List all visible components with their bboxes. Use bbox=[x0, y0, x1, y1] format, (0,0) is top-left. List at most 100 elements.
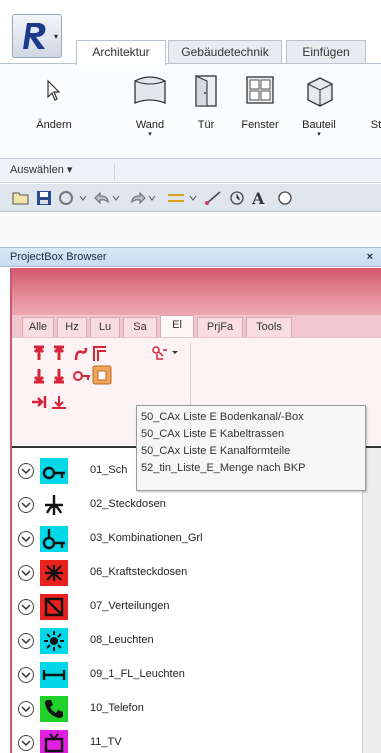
dimension-icon[interactable] bbox=[204, 188, 222, 208]
expand-icon[interactable] bbox=[18, 599, 34, 615]
floor-outlet-icon[interactable] bbox=[52, 396, 66, 409]
cursor-icon bbox=[47, 79, 61, 101]
tag-icon[interactable] bbox=[228, 188, 246, 208]
list-item-label: 10_Telefon bbox=[90, 702, 144, 714]
undo-icon[interactable] bbox=[92, 188, 122, 208]
open-icon[interactable] bbox=[12, 188, 30, 208]
fluorescent-light-icon bbox=[40, 662, 68, 688]
component-button[interactable]: Bauteil ▾ bbox=[296, 72, 342, 139]
popup-item-kanalformteile[interactable]: 50_CAx Liste E Kanalformteile bbox=[141, 443, 365, 460]
list-item[interactable]: 03_Kombinationen_Grl bbox=[12, 522, 362, 556]
lower-outlet-icon[interactable] bbox=[33, 369, 45, 384]
expand-icon[interactable] bbox=[18, 667, 34, 683]
window-icon bbox=[246, 76, 274, 104]
tv-icon bbox=[40, 730, 68, 753]
tool-separator bbox=[190, 343, 191, 413]
popup-item-menge-bkp[interactable]: 52_tin_Liste_E_Menge nach BKP bbox=[141, 460, 365, 477]
electrical-tool-icons bbox=[32, 345, 112, 409]
settings-dropdown-icon[interactable] bbox=[150, 344, 190, 364]
modify-button[interactable]: Ändern bbox=[28, 72, 80, 131]
cable-route-icon[interactable] bbox=[74, 347, 88, 361]
expand-icon[interactable] bbox=[18, 735, 34, 751]
list-item[interactable]: 09_1_FL_Leuchten bbox=[12, 658, 362, 692]
revit-logo-icon bbox=[23, 23, 46, 49]
list-item-label: 07_Verteilungen bbox=[90, 600, 170, 612]
light-icon bbox=[40, 628, 68, 654]
select-group-label[interactable]: Auswählen ▾ bbox=[10, 163, 115, 181]
tab-lu[interactable]: Lu bbox=[90, 317, 120, 337]
category-list: 01_Sch 02_Steckdosen 03_Kombinationen_Gr… bbox=[12, 448, 362, 753]
modify-label: Ändern bbox=[36, 119, 72, 131]
tab-sa[interactable]: Sa bbox=[123, 317, 157, 337]
expand-icon[interactable] bbox=[18, 633, 34, 649]
tab-gebaeudetechnik[interactable]: Gebäudetechnik bbox=[168, 40, 282, 64]
tab-prjfa[interactable]: PrjFa bbox=[197, 317, 243, 337]
list-item[interactable]: 02_Steckdosen bbox=[12, 488, 362, 522]
st-label: St bbox=[370, 119, 381, 131]
list-scrollbar[interactable] bbox=[362, 448, 381, 753]
sync-icon[interactable] bbox=[58, 188, 88, 208]
tab-einfuegen[interactable]: Einfügen bbox=[286, 40, 366, 64]
measure-icon[interactable] bbox=[166, 188, 200, 208]
expand-icon[interactable] bbox=[18, 701, 34, 717]
browser-tabs: Alle Hz Lu Sa El PrjFa Tools bbox=[12, 315, 381, 338]
export-list-popup: 50_CAx Liste E Bodenkanal/-Box 50_CAx Li… bbox=[136, 405, 366, 491]
tab-hz[interactable]: Hz bbox=[57, 317, 87, 337]
ribbon-panel: Ändern Wand ▾ Tür Fenster Bauteil ▾ St bbox=[0, 63, 381, 159]
door-button[interactable]: Tür bbox=[188, 72, 224, 131]
projectbox-browser-titlebar: ProjectBox Browser × bbox=[0, 247, 381, 267]
st-button[interactable]: St bbox=[366, 72, 381, 131]
window-label: Fenster bbox=[241, 119, 279, 131]
component-label: Bauteil bbox=[302, 119, 336, 131]
expand-icon[interactable] bbox=[18, 565, 34, 581]
list-item[interactable]: 11_TV bbox=[12, 726, 362, 753]
upper-outlet-2-icon[interactable] bbox=[53, 345, 65, 360]
component-dropdown-icon[interactable]: ▾ bbox=[296, 131, 342, 139]
upper-outlet-icon[interactable] bbox=[33, 345, 45, 360]
list-item-label: 02_Steckdosen bbox=[90, 498, 166, 510]
wall-entry-icon[interactable] bbox=[32, 396, 47, 408]
application-menu-button[interactable]: ▾ bbox=[12, 14, 62, 58]
tab-architektur[interactable]: Architektur bbox=[76, 40, 166, 65]
wall-dropdown-icon[interactable]: ▾ bbox=[125, 131, 175, 139]
popup-item-kabeltrassen[interactable]: 50_CAx Liste E Kabeltrassen bbox=[141, 426, 365, 443]
door-label: Tür bbox=[197, 119, 215, 131]
list-item-label: 09_1_FL_Leuchten bbox=[90, 668, 185, 680]
save-icon[interactable] bbox=[36, 188, 52, 208]
lower-outlet-2-icon[interactable] bbox=[53, 369, 65, 384]
wall-button[interactable]: Wand ▾ bbox=[125, 72, 175, 139]
popup-item-bodenkanal[interactable]: 50_CAx Liste E Bodenkanal/-Box bbox=[141, 409, 365, 426]
revit-window: ▾ Architektur Gebäudetechnik Einfügen Än… bbox=[0, 0, 381, 753]
close-icon[interactable]: × bbox=[367, 251, 373, 263]
view-icon[interactable] bbox=[276, 188, 294, 208]
power-socket-icon bbox=[40, 560, 68, 586]
tab-el[interactable]: El bbox=[160, 315, 194, 338]
list-item-label: 06_Kraftsteckdosen bbox=[90, 566, 188, 578]
list-item-label: 03_Kombinationen_Grl bbox=[90, 532, 203, 544]
corner-connector-icon[interactable] bbox=[93, 346, 106, 361]
expand-icon[interactable] bbox=[18, 497, 34, 513]
browser-header-band bbox=[12, 268, 381, 315]
window-button[interactable]: Fenster bbox=[234, 72, 286, 131]
door-icon bbox=[195, 75, 217, 107]
tab-alle[interactable]: Alle bbox=[22, 317, 54, 337]
list-item-label: 08_Leuchten bbox=[90, 634, 154, 646]
tab-tools[interactable]: Tools bbox=[246, 317, 292, 337]
redo-icon[interactable] bbox=[128, 188, 158, 208]
expand-icon[interactable] bbox=[18, 463, 34, 479]
switch-symbol-icon bbox=[40, 458, 68, 484]
list-item[interactable]: 06_Kraftsteckdosen bbox=[12, 556, 362, 590]
wall-icon bbox=[134, 76, 166, 104]
list-item-label: 01_Sch bbox=[90, 464, 128, 476]
distribution-icon bbox=[40, 594, 68, 620]
wall-label: Wand bbox=[135, 119, 165, 131]
list-item[interactable]: 10_Telefon bbox=[12, 692, 362, 726]
list-item[interactable]: 08_Leuchten bbox=[12, 624, 362, 658]
drawing-area-gap bbox=[0, 212, 381, 247]
list-item[interactable]: 07_Verteilungen bbox=[12, 590, 362, 624]
key-switch-icon[interactable] bbox=[73, 371, 90, 381]
expand-icon[interactable] bbox=[18, 531, 34, 547]
list-tool-icon[interactable] bbox=[92, 365, 112, 385]
phone-icon bbox=[40, 696, 68, 722]
text-icon[interactable]: A bbox=[252, 188, 264, 208]
